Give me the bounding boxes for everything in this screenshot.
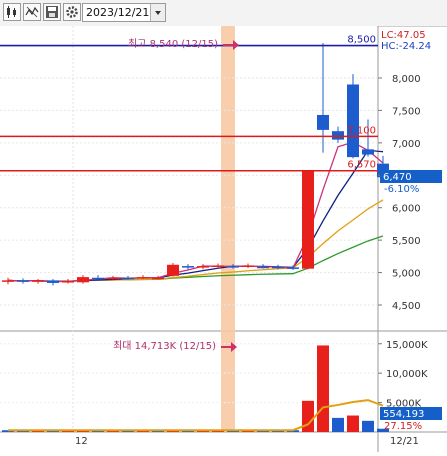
volume-tick-label: 15,000K xyxy=(386,340,428,351)
chart-area[interactable]: 8,500 7,100 6,570 최고 8,540 (12/15) 최대 14,7… xyxy=(0,26,447,452)
volume-tick-label: 10,000K xyxy=(386,369,428,380)
volume-bar xyxy=(362,420,374,432)
price-tick-label: 5,500 xyxy=(392,236,421,247)
candle-body xyxy=(302,170,314,269)
volume-bar xyxy=(332,417,344,432)
candle-body xyxy=(17,280,29,282)
candle-body xyxy=(92,277,104,280)
candle-body xyxy=(32,280,44,282)
x-label-month: 12 xyxy=(75,436,88,447)
candle-body xyxy=(197,266,209,268)
current-price: 6,470 xyxy=(383,172,412,183)
candle-body xyxy=(257,266,269,269)
candle-body xyxy=(107,277,119,280)
settings-icon[interactable] xyxy=(63,3,81,21)
stock-chart[interactable]: 8,500 7,100 6,570 최고 8,540 (12/15) 최대 14,7… xyxy=(0,26,447,452)
candle-body xyxy=(272,266,284,269)
price-tick-label: 7,000 xyxy=(392,139,421,150)
candle-body xyxy=(47,280,59,283)
candle-body xyxy=(362,149,374,155)
candle-body xyxy=(242,265,254,267)
candle-body xyxy=(62,281,74,283)
candle-body xyxy=(122,277,134,280)
candle-type-icon[interactable] xyxy=(3,3,21,21)
date-picker[interactable]: 2023/12/21 xyxy=(82,3,166,22)
candle-body xyxy=(317,114,329,130)
reference-line-label: 8,500 xyxy=(347,35,376,46)
volume-bar xyxy=(317,345,329,432)
reference-line-label: 7,100 xyxy=(347,125,376,136)
volume-bar xyxy=(347,415,359,432)
indicator-icon[interactable] xyxy=(23,3,41,21)
lc-label: LC:47.05 xyxy=(381,30,426,41)
save-icon[interactable] xyxy=(43,3,61,21)
candle-body xyxy=(77,277,89,283)
hc-label: HC:-24.24 xyxy=(381,41,431,52)
price-tick-label: 6,000 xyxy=(392,204,421,215)
volume-annotation: 최대 14,713K (12/15) xyxy=(113,340,216,352)
candle-body xyxy=(137,277,149,279)
candle-body xyxy=(212,265,224,267)
candle-body xyxy=(152,277,164,280)
candle-body xyxy=(287,267,299,269)
current-change: -6.10% xyxy=(384,184,419,195)
high-annotation: 최고 8,540 (12/15) xyxy=(128,38,218,50)
volume-bar xyxy=(302,400,314,432)
volume-ratio: 27.15% xyxy=(384,421,422,432)
price-tick-label: 5,000 xyxy=(392,269,421,280)
highlight-band xyxy=(221,26,235,432)
candle-body xyxy=(227,266,239,268)
calendar-dropdown-icon[interactable] xyxy=(150,4,165,21)
chart-toolbar: 2023/12/21 xyxy=(0,0,447,27)
price-tick-label: 7,500 xyxy=(392,106,421,117)
candle-body xyxy=(167,264,179,276)
x-label-date: 12/21 xyxy=(390,436,419,447)
candle-body xyxy=(332,131,344,140)
reference-line-label: 6,570 xyxy=(347,160,376,171)
candle-body xyxy=(347,84,359,158)
price-pane xyxy=(0,26,378,331)
candle-body xyxy=(2,280,14,282)
candle-body xyxy=(182,266,194,268)
price-tick-label: 4,500 xyxy=(392,301,421,312)
current-volume: 554,193 xyxy=(383,409,424,420)
price-tick-label: 8,000 xyxy=(392,74,421,85)
date-value: 2023/12/21 xyxy=(86,6,150,19)
